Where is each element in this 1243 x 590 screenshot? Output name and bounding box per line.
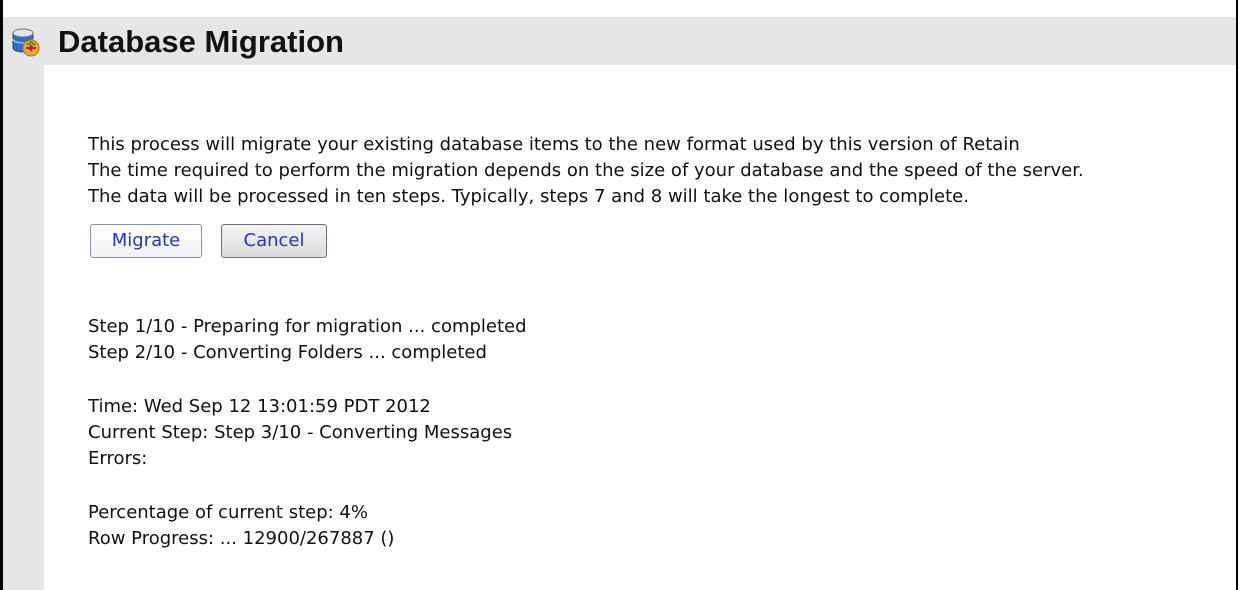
step-2-status: Step 2/10 - Converting Folders ... compl… (88, 342, 487, 363)
cancel-button[interactable]: Cancel (221, 224, 327, 258)
intro-line-1: This process will migrate your existing … (88, 134, 1020, 155)
percentage-status: Percentage of current step: 4% (88, 502, 368, 523)
time-status: Time: Wed Sep 12 13:01:59 PDT 2012 (88, 396, 431, 417)
step-1-status: Step 1/10 - Preparing for migration ... … (88, 316, 527, 337)
errors-status: Errors: (88, 448, 148, 469)
migrate-button[interactable]: Migrate (90, 224, 202, 258)
intro-line-3: The data will be processed in ten steps.… (88, 186, 969, 207)
intro-line-2: The time required to perform the migrati… (88, 160, 1084, 181)
page-title: Database Migration (58, 24, 344, 59)
left-sidebar-strip (3, 65, 44, 590)
current-step-status: Current Step: Step 3/10 - Converting Mes… (88, 422, 513, 443)
row-progress-status: Row Progress: ... 12900/267887 () (88, 528, 395, 549)
database-migration-icon (9, 26, 41, 58)
page-header: Database Migration (3, 17, 1236, 65)
